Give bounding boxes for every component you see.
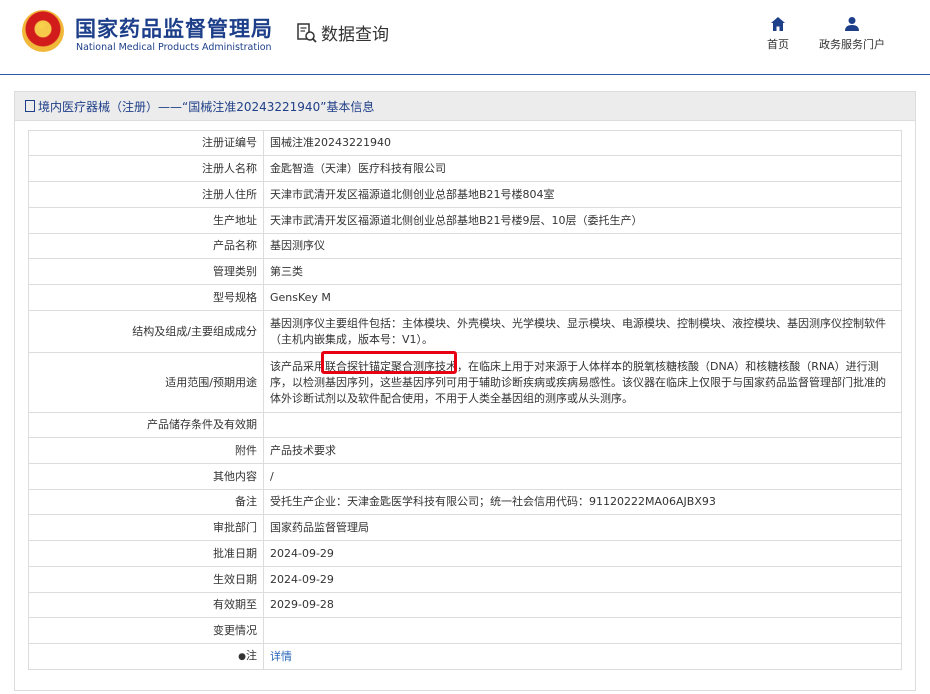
location-pin-icon: ● — [238, 652, 246, 662]
table-row: 结构及组成/主要组成成分 基因测序仪主要组件包括：主体模块、外壳模块、光学模块、… — [28, 310, 902, 353]
row-label: 生效日期 — [28, 566, 264, 593]
detail-panel: 境内医疗器械（注册）——“国械注准20243221940”基本信息 注册证编号 … — [14, 91, 916, 691]
table-row: 批准日期 2024-09-29 — [28, 540, 902, 567]
row-value: 产品技术要求 — [263, 437, 902, 464]
row-value: GensKey M — [263, 284, 902, 311]
row-value: 2024-09-29 — [263, 566, 902, 593]
row-label: 附件 — [28, 437, 264, 464]
row-label: 注册证编号 — [28, 130, 264, 156]
user-icon — [812, 16, 892, 32]
nav-home-label: 首页 — [767, 38, 789, 51]
document-icon — [25, 100, 35, 112]
data-query-label: 数据查询 — [321, 25, 389, 45]
row-label: 变更情况 — [28, 617, 264, 644]
national-emblem-icon: ★ — [22, 10, 64, 52]
table-row: 管理类别 第三类 — [28, 258, 902, 285]
row-value: 受托生产企业：天津金匙医学科技有限公司；统一社会信用代码：91120222MA0… — [263, 489, 902, 515]
row-value: 基因测序仪主要组件包括：主体模块、外壳模块、光学模块、显示模块、电源模块、控制模… — [263, 310, 902, 353]
table-row: 型号规格 GensKey M — [28, 284, 902, 311]
row-value: / — [263, 463, 902, 490]
row-label: ●注 — [28, 643, 264, 670]
table-row: ●注 详情 — [28, 643, 902, 670]
table-row: 变更情况 — [28, 617, 902, 644]
row-label: 管理类别 — [28, 258, 264, 285]
row-value: 第三类 — [263, 258, 902, 285]
table-row: 备注 受托生产企业：天津金匙医学科技有限公司；统一社会信用代码：91120222… — [28, 489, 902, 515]
table-row: 适用范围/预期用途 该产品采用联合探针锚定聚合测序技术，在临床上用于对来源于人体… — [28, 352, 902, 413]
row-label: 注册人名称 — [28, 155, 264, 182]
row-value: 基因测序仪 — [263, 233, 902, 259]
panel-title: 境内医疗器械（注册）——“国械注准20243221940”基本信息 — [38, 99, 375, 114]
details-link[interactable]: 详情 — [270, 650, 292, 663]
row-value: 该产品采用联合探针锚定聚合测序技术，在临床上用于对来源于人体样本的脱氧核糖核酸（… — [263, 352, 902, 413]
note-label: 注 — [246, 649, 257, 662]
row-value — [263, 412, 902, 438]
table-row: 注册人名称 金匙智造（天津）医疗科技有限公司 — [28, 155, 902, 182]
home-icon — [760, 16, 796, 32]
info-table: 注册证编号 国械注准20243221940 注册人名称 金匙智造（天津）医疗科技… — [28, 130, 902, 670]
site-title[interactable]: 国家药品监督管理局 — [75, 13, 273, 43]
row-value: 详情 — [263, 643, 902, 670]
table-row: 产品储存条件及有效期 — [28, 412, 902, 438]
row-label: 有效期至 — [28, 592, 264, 618]
row-value: 2024-09-29 — [263, 540, 902, 567]
row-label: 结构及组成/主要组成成分 — [28, 310, 264, 353]
table-row: 附件 产品技术要求 — [28, 437, 902, 464]
row-label: 生产地址 — [28, 207, 264, 234]
table-row: 有效期至 2029-09-28 — [28, 592, 902, 618]
search-document-icon — [297, 22, 317, 43]
nav-portal-button[interactable]: 政务服务门户 — [812, 16, 892, 52]
panel-header: 境内医疗器械（注册）——“国械注准20243221940”基本信息 — [15, 92, 915, 121]
site-header: ★ 国家药品监督管理局 National Medical Products Ad… — [0, 0, 930, 75]
site-subtitle[interactable]: National Medical Products Administration — [76, 42, 272, 53]
header-divider — [0, 74, 930, 75]
row-value: 国械注准20243221940 — [263, 130, 902, 156]
row-label: 产品储存条件及有效期 — [28, 412, 264, 438]
row-label: 其他内容 — [28, 463, 264, 490]
table-row: 生效日期 2024-09-29 — [28, 566, 902, 593]
row-value: 金匙智造（天津）医疗科技有限公司 — [263, 155, 902, 182]
table-row: 注册人住所 天津市武清开发区福源道北侧创业总部基地B21号楼804室 — [28, 181, 902, 208]
row-value — [263, 617, 902, 644]
row-label: 注册人住所 — [28, 181, 264, 208]
row-label: 备注 — [28, 489, 264, 515]
row-value: 2029-09-28 — [263, 592, 902, 618]
table-row: 注册证编号 国械注准20243221940 — [28, 130, 902, 156]
row-value: 国家药品监督管理局 — [263, 514, 902, 541]
table-row: 生产地址 天津市武清开发区福源道北侧创业总部基地B21号楼9层、10层（委托生产… — [28, 207, 902, 234]
row-value: 天津市武清开发区福源道北侧创业总部基地B21号楼804室 — [263, 181, 902, 208]
row-label: 适用范围/预期用途 — [28, 352, 264, 413]
table-row: 其他内容 / — [28, 463, 902, 490]
row-label: 产品名称 — [28, 233, 264, 259]
row-label: 型号规格 — [28, 284, 264, 311]
nav-portal-label: 政务服务门户 — [819, 38, 885, 51]
table-row: 产品名称 基因测序仪 — [28, 233, 902, 259]
row-label: 审批部门 — [28, 514, 264, 541]
nav-home-button[interactable]: 首页 — [760, 16, 796, 52]
data-query-title: 数据查询 — [297, 20, 389, 45]
row-value: 天津市武清开发区福源道北侧创业总部基地B21号楼9层、10层（委托生产） — [263, 207, 902, 234]
row-label: 批准日期 — [28, 540, 264, 567]
table-row: 审批部门 国家药品监督管理局 — [28, 514, 902, 541]
